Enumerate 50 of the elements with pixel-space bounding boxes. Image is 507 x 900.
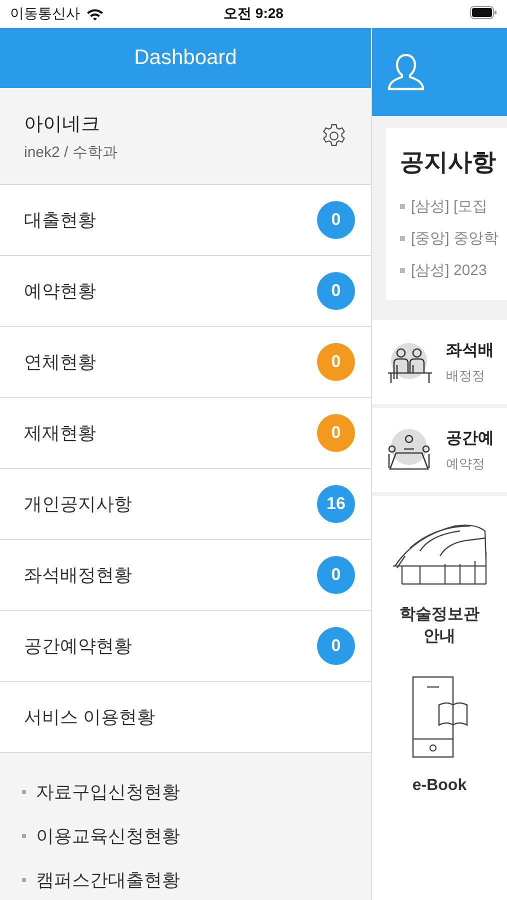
menu-label: 연체현황 (24, 351, 97, 374)
menu-label: 제재현황 (24, 422, 97, 445)
count-badge: 0 (317, 556, 355, 594)
settings-icon (321, 123, 347, 149)
notice-item[interactable]: [삼성] 2023 (411, 260, 487, 280)
bullet-icon (22, 834, 26, 838)
bullet-icon (22, 878, 26, 882)
notice-title: 공지사항 (400, 148, 497, 178)
clock-time: 오전 9:28 (224, 5, 284, 21)
count-badge: 0 (317, 343, 355, 381)
service-title: 좌석배 (446, 340, 494, 360)
service-subtitle: 예약정 (446, 454, 486, 472)
wifi-icon (86, 8, 104, 20)
notice-item[interactable]: [삼성] [모집 (411, 196, 488, 216)
tile-label[interactable]: 학술정보관 안내 (400, 604, 480, 649)
user-detail: inek2 / 수학과 (24, 142, 118, 162)
submenu-item[interactable]: 자료구입신청현황 (36, 780, 180, 804)
menu-label: 서비스 이용현황 (24, 706, 156, 729)
menu-label: 대출현황 (24, 209, 97, 232)
menu-label: 공간예약현황 (24, 635, 133, 658)
menu-label: 좌석배정현황 (24, 564, 133, 587)
count-badge: 0 (317, 201, 355, 239)
menu-item[interactable]: 예약현황 0 (0, 256, 371, 327)
menu-label: 예약현황 (24, 280, 97, 303)
menu-item[interactable]: 공간예약현황 0 (0, 611, 371, 682)
service-title: 공간예 (446, 428, 494, 448)
menu-item[interactable]: 연체현황 0 (0, 327, 371, 398)
menu-item[interactable]: 제재현황 0 (0, 398, 371, 469)
user-name: 아이네크 (24, 112, 101, 136)
tile-label[interactable]: e-Book (412, 774, 467, 798)
bullet-icon (400, 236, 405, 240)
bullet-icon (400, 204, 405, 208)
notice-item[interactable]: [중앙] 중앙학 (411, 228, 499, 248)
menu-item[interactable]: 개인공지사항 16 (0, 469, 371, 540)
menu-item[interactable]: 좌석배정현황 0 (0, 540, 371, 611)
service-subtitle: 배정정 (446, 366, 486, 384)
submenu-item[interactable]: 캠퍼스간대출현황 (36, 868, 180, 892)
drawer-title: Dashboard (0, 28, 371, 88)
carrier-name: 이동통신사 (10, 5, 80, 23)
menu-label: 개인공지사항 (24, 493, 133, 516)
submenu-item[interactable]: 이용교육신청현황 (36, 824, 180, 848)
bullet-icon (22, 790, 26, 794)
count-badge: 16 (317, 485, 355, 523)
menu-item[interactable]: 대출현황 0 (0, 185, 371, 256)
bullet-icon (400, 268, 405, 272)
battery-icon (470, 6, 497, 19)
count-badge: 0 (317, 272, 355, 310)
count-badge: 0 (317, 627, 355, 665)
count-badge: 0 (317, 414, 355, 452)
user-icon (386, 52, 426, 92)
